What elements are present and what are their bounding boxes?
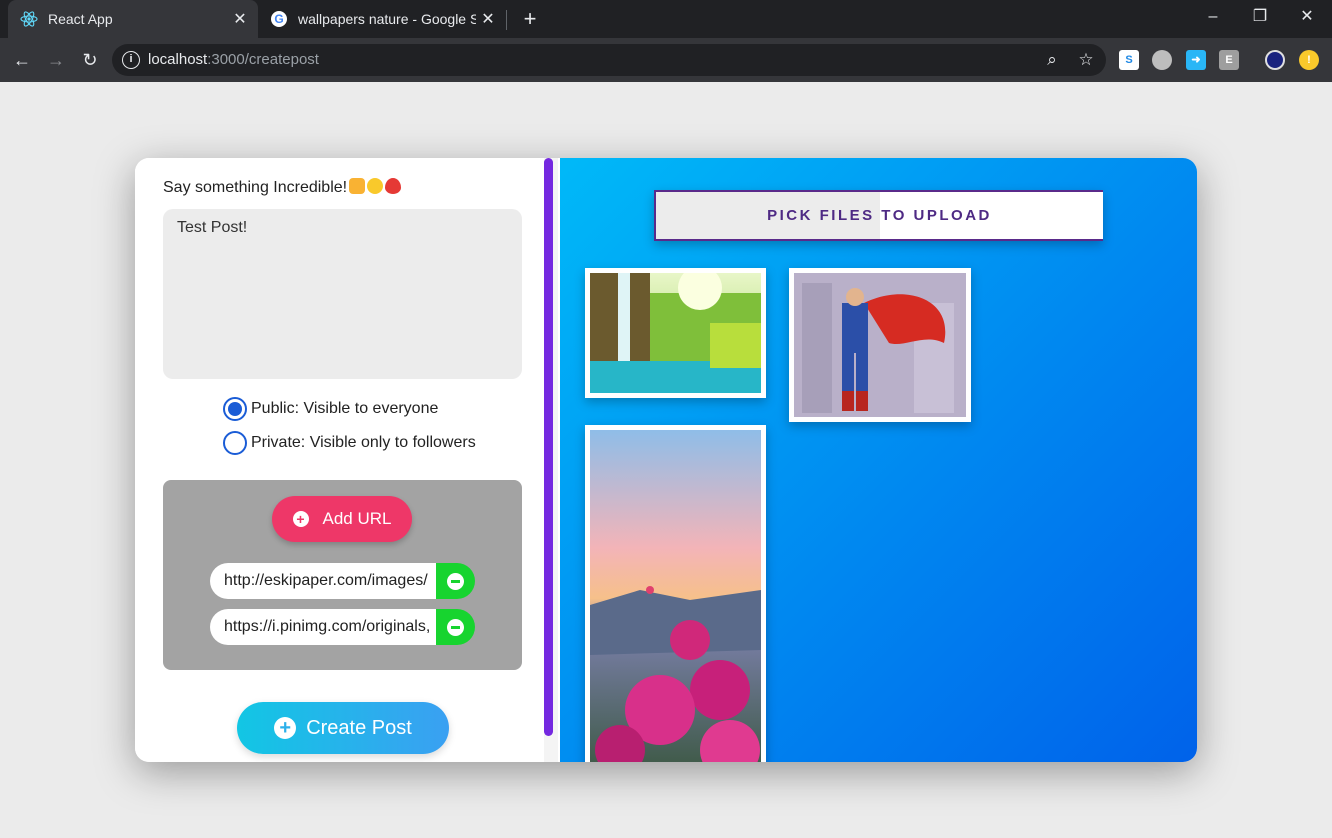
extension-arrow-icon[interactable]: ➜ — [1186, 50, 1206, 70]
back-icon[interactable]: ← — [8, 46, 36, 74]
prompt-text: Say something Incredible! — [163, 179, 348, 196]
url-list-panel: + Add URL http://eskipaper.com/images/ h… — [163, 480, 522, 670]
post-form-panel: Say something Incredible! Test Post! Pub… — [135, 158, 560, 762]
plus-circle-icon: + — [274, 717, 297, 739]
private-option[interactable]: Private: Visible only to followers — [223, 431, 476, 455]
remove-url-button[interactable] — [436, 563, 475, 599]
browser-tabbar: React App ✕ G wallpapers nature - Google… — [0, 0, 1332, 38]
plus-circle-icon: + — [292, 511, 309, 527]
close-tab-icon[interactable]: ✕ — [228, 9, 252, 29]
tab-react-app[interactable]: React App ✕ — [8, 0, 258, 38]
browser-toolbar: ← → ↻ i localhost:3000/createpost ⌕ ☆ S … — [0, 38, 1332, 82]
create-post-button[interactable]: + Create Post — [237, 702, 449, 754]
superman-image[interactable] — [789, 268, 971, 422]
profile-avatar[interactable] — [1265, 50, 1285, 70]
waterfall-image[interactable] — [585, 268, 766, 398]
public-radio[interactable] — [223, 397, 247, 421]
remove-url-button[interactable] — [436, 609, 475, 645]
url-row: http://eskipaper.com/images/ — [210, 563, 475, 599]
tab-divider — [506, 10, 507, 30]
new-tab-icon[interactable]: + — [518, 6, 542, 32]
private-radio[interactable] — [223, 431, 247, 455]
upload-panel: PICK FILES TO UPLOAD — [560, 158, 1197, 762]
url-host: localhost — [148, 51, 208, 68]
private-label: Private: Visible only to followers — [251, 434, 476, 451]
update-alert-icon[interactable]: ! — [1299, 50, 1319, 70]
reload-icon[interactable]: ↻ — [76, 46, 104, 74]
forward-icon[interactable]: → — [42, 46, 70, 74]
pick-files-button[interactable]: PICK FILES TO UPLOAD — [654, 190, 1103, 241]
site-info-icon[interactable]: i — [122, 51, 140, 69]
minimize-icon[interactable]: – — [1190, 0, 1236, 34]
minus-circle-icon — [447, 618, 464, 636]
add-url-label: Add URL — [322, 509, 392, 528]
smile-icon — [367, 178, 384, 194]
close-tab-icon[interactable]: ✕ — [476, 9, 500, 29]
add-url-button[interactable]: + Add URL — [272, 496, 412, 542]
extension-e-icon[interactable]: E — [1219, 50, 1239, 70]
zoom-icon[interactable]: ⌕ — [1042, 50, 1062, 70]
bookmark-star-icon[interactable]: ☆ — [1076, 50, 1096, 70]
post-prompt: Say something Incredible! — [163, 178, 402, 197]
react-icon — [20, 10, 38, 28]
url-input[interactable]: https://i.pinimg.com/originals, — [210, 609, 436, 645]
bougainvillea-sunset-image[interactable] — [585, 425, 766, 762]
minus-circle-icon — [447, 572, 464, 590]
url-path: :3000/createpost — [207, 51, 319, 68]
create-post-label: Create Post — [306, 716, 412, 739]
tab-title: React App — [48, 11, 113, 27]
tab-title: wallpapers nature - Google Searc — [298, 11, 476, 27]
public-label: Public: Visible to everyone — [251, 400, 439, 417]
public-option[interactable]: Public: Visible to everyone — [223, 397, 438, 421]
address-bar[interactable]: i localhost:3000/createpost ⌕ ☆ — [112, 44, 1106, 76]
scrollbar-thumb[interactable] — [544, 158, 553, 736]
post-textarea[interactable]: Test Post! — [163, 209, 522, 379]
svg-text:G: G — [274, 12, 283, 26]
pick-files-label: PICK FILES TO UPLOAD — [767, 207, 992, 224]
close-window-icon[interactable]: ✕ — [1284, 0, 1330, 34]
url-input[interactable]: http://eskipaper.com/images/ — [210, 563, 436, 599]
create-post-card: Say something Incredible! Test Post! Pub… — [135, 158, 1197, 762]
heart-icon — [385, 178, 402, 194]
url-text[interactable]: localhost:3000/createpost — [148, 51, 319, 68]
tab-google-search[interactable]: G wallpapers nature - Google Searc ✕ — [262, 0, 506, 38]
globe-extension-icon[interactable] — [1152, 50, 1172, 70]
extension-s-icon[interactable]: S — [1119, 50, 1139, 70]
url-row: https://i.pinimg.com/originals, — [210, 609, 475, 645]
restore-icon[interactable]: ❐ — [1237, 0, 1283, 34]
google-icon: G — [270, 10, 288, 28]
vulcan-hand-icon — [349, 178, 366, 194]
